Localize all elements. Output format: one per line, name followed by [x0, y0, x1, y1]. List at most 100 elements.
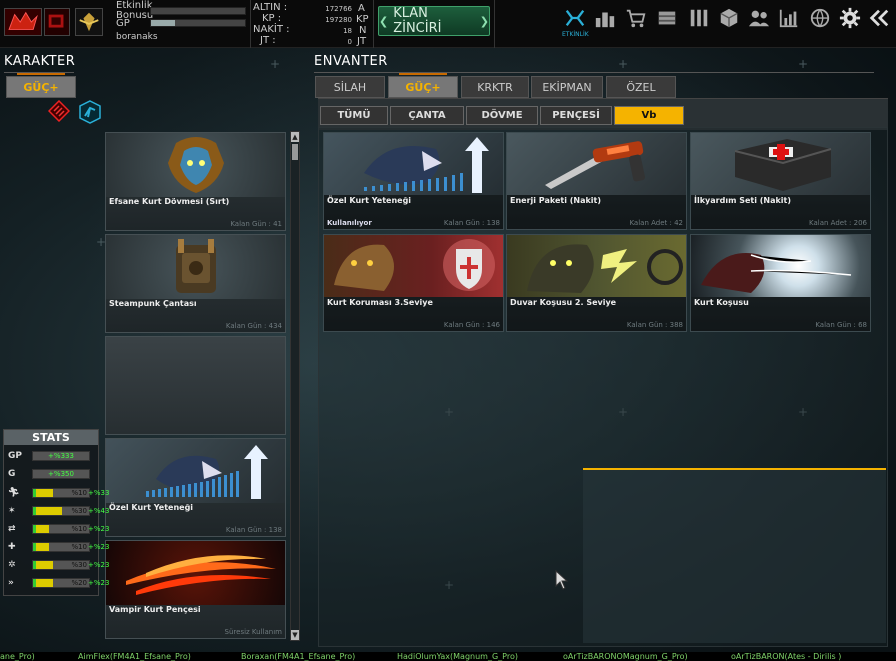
attack-skill-icon[interactable]: [47, 99, 71, 123]
scrollbar-thumb[interactable]: [292, 144, 298, 160]
inventory-item-6[interactable]: Kurt Koşusu Kalan Gün : 68: [690, 234, 871, 332]
item-name: Kurt Koşusu: [694, 298, 749, 307]
clan-logo: [44, 8, 70, 36]
item-image: [507, 133, 686, 195]
inventory-item-2[interactable]: Enerji Paketi (Nakit) Kalan Adet : 42: [506, 132, 687, 230]
ticker-entry: Boraxan(FM4A1_Efsane_Pro): [241, 652, 356, 661]
heal-icon: ✚: [8, 542, 16, 552]
item-name: Kurt Koruması 3.Seviye: [327, 298, 433, 307]
inventory-item-4[interactable]: Kurt Koruması 3.Seviye Kalan Gün : 146: [323, 234, 504, 332]
item-preview-panel: [583, 468, 886, 643]
inventory-icon[interactable]: [655, 6, 679, 30]
scroll-down-icon[interactable]: ▼: [291, 630, 299, 640]
stat-value: %30: [71, 507, 87, 515]
stat-value: +%350: [48, 470, 74, 478]
tab-guc-karakter[interactable]: GÜÇ+: [6, 73, 76, 98]
item-remaining: Kalan Gün : 146: [443, 321, 500, 329]
stat-value: %10: [71, 489, 87, 497]
klan-button-label: KLAN ZİNCİRİ: [393, 6, 442, 36]
subtab-vb[interactable]: Vb: [614, 106, 684, 125]
stat-bar: +%333: [32, 451, 90, 461]
item-image: [106, 541, 285, 605]
tab-guc[interactable]: GÜÇ+: [388, 73, 458, 98]
kill-feed-ticker: ane_Pro) AimFlex(FM4A1_Efsane_Pro) Borax…: [0, 652, 896, 661]
item-name: Özel Kurt Yeteneği: [327, 196, 412, 205]
item-image: [691, 235, 870, 297]
stats-icon[interactable]: [777, 6, 801, 30]
gp-label: GP: [116, 18, 130, 29]
stat-value: %30: [71, 561, 87, 569]
item-remaining: Kalan Adet : 206: [809, 219, 867, 227]
ticker-entry: oArTizBARON(Ates - Dirilis ): [731, 652, 842, 661]
stat-bar: %10: [32, 542, 90, 552]
chevron-left-icon: ❮: [379, 14, 389, 28]
inventory-item-3[interactable]: İlkyardım Seti (Nakit) Kalan Adet : 206: [690, 132, 871, 230]
friends-icon[interactable]: [747, 6, 771, 30]
swap-icon: ⇄: [8, 524, 16, 534]
karakter-item-5[interactable]: Vampir Kurt Pençesi Süresiz Kullanım: [105, 540, 286, 639]
globe-icon[interactable]: [808, 6, 832, 30]
karakter-item-1[interactable]: Efsane Kurt Dövmesi (Sırt) Kalan Gün : 4…: [105, 132, 286, 231]
jt-label: JT :: [260, 35, 276, 46]
settings-icon[interactable]: [838, 6, 862, 30]
tab-krktr[interactable]: KRKTR: [461, 76, 529, 98]
shop-icon[interactable]: [624, 6, 648, 30]
item-remaining: Kalan Gün : 434: [225, 322, 282, 330]
item-image: [106, 133, 285, 197]
jt-unit: JT: [357, 36, 367, 47]
etkinlik-label-small: ETKİNLİK: [562, 31, 589, 38]
item-name: Duvar Koşusu 2. Seviye: [510, 298, 617, 307]
divider: [250, 0, 251, 48]
defense-skill-icon[interactable]: [78, 100, 102, 124]
divider: [314, 72, 874, 73]
karakter-item-2[interactable]: Steampunk Çantası Kalan Gün : 434: [105, 234, 286, 333]
stat-row-shield: ✲ %30: [8, 559, 90, 571]
stat-bonus: +%23: [88, 579, 110, 587]
etkinlik-bar: [150, 7, 246, 15]
nakit-value: 18: [343, 27, 352, 35]
subtab-canta[interactable]: ÇANTA: [390, 106, 464, 125]
kp-unit: KP: [356, 14, 369, 25]
etkinlik-icon[interactable]: [563, 6, 587, 30]
stat-bonus: +%43: [88, 507, 110, 515]
item-name: Vampir Kurt Pençesi: [109, 605, 201, 614]
karakter-item-4[interactable]: Özel Kurt Yeteneği Kalan Gün : 138: [105, 438, 286, 537]
mouse-cursor-icon: [555, 569, 569, 592]
nakit-label: NAKİT :: [253, 24, 290, 35]
kp-label: KP :: [262, 13, 282, 24]
back-icon[interactable]: [867, 6, 891, 30]
stat-bar: %10: [32, 488, 90, 498]
stat-row-gp: GP +%333: [8, 450, 90, 462]
subtab-dovme[interactable]: DÖVME: [466, 106, 538, 125]
stat-bonus: +%23: [88, 525, 110, 533]
stat-bonus: +%23: [88, 561, 110, 569]
item-remaining: Kalan Gün : 68: [815, 321, 867, 329]
stat-row-run: 🏃︎ %10: [8, 487, 90, 499]
item-list-scrollbar[interactable]: ▲ ▼: [290, 131, 300, 641]
item-remaining: Kalan Gün : 138: [443, 219, 500, 227]
item-name: Özel Kurt Yeteneği: [109, 503, 194, 512]
box-icon[interactable]: [717, 6, 741, 30]
clan-icon[interactable]: [687, 6, 711, 30]
stat-value: %20: [71, 579, 87, 587]
inventory-item-1[interactable]: Özel Kurt Yeteneği Kullanılıyor Kalan Gü…: [323, 132, 504, 230]
ticker-entry: oArTizBARONOMagnum_G_Pro): [563, 652, 688, 661]
subtab-pencesi[interactable]: PENÇESİ: [540, 106, 612, 125]
subtab-tumu[interactable]: TÜMÜ: [320, 106, 388, 125]
klan-zinciri-button[interactable]: ❮ KLAN ZİNCİRİ ❯: [378, 6, 490, 36]
tab-silah[interactable]: SİLAH: [315, 76, 385, 98]
stat-row-claw: ✶ %30: [8, 505, 90, 517]
stat-bar: %10: [32, 524, 90, 534]
ranking-icon[interactable]: [593, 6, 617, 30]
plus-mark: +: [798, 57, 809, 71]
altin-value: 172766: [325, 5, 352, 13]
inventory-item-5[interactable]: Duvar Koşusu 2. Seviye Kalan Gün : 388: [506, 234, 687, 332]
item-name: Efsane Kurt Dövmesi (Sırt): [109, 197, 230, 206]
scroll-up-icon[interactable]: ▲: [291, 132, 299, 142]
divider: [494, 0, 495, 48]
gp-bar: [150, 19, 246, 27]
karakter-item-empty[interactable]: [105, 336, 286, 435]
item-status: Kullanılıyor: [327, 219, 372, 227]
tab-ozel[interactable]: ÖZEL: [606, 76, 676, 98]
tab-ekipman[interactable]: EKİPMAN: [531, 76, 603, 98]
